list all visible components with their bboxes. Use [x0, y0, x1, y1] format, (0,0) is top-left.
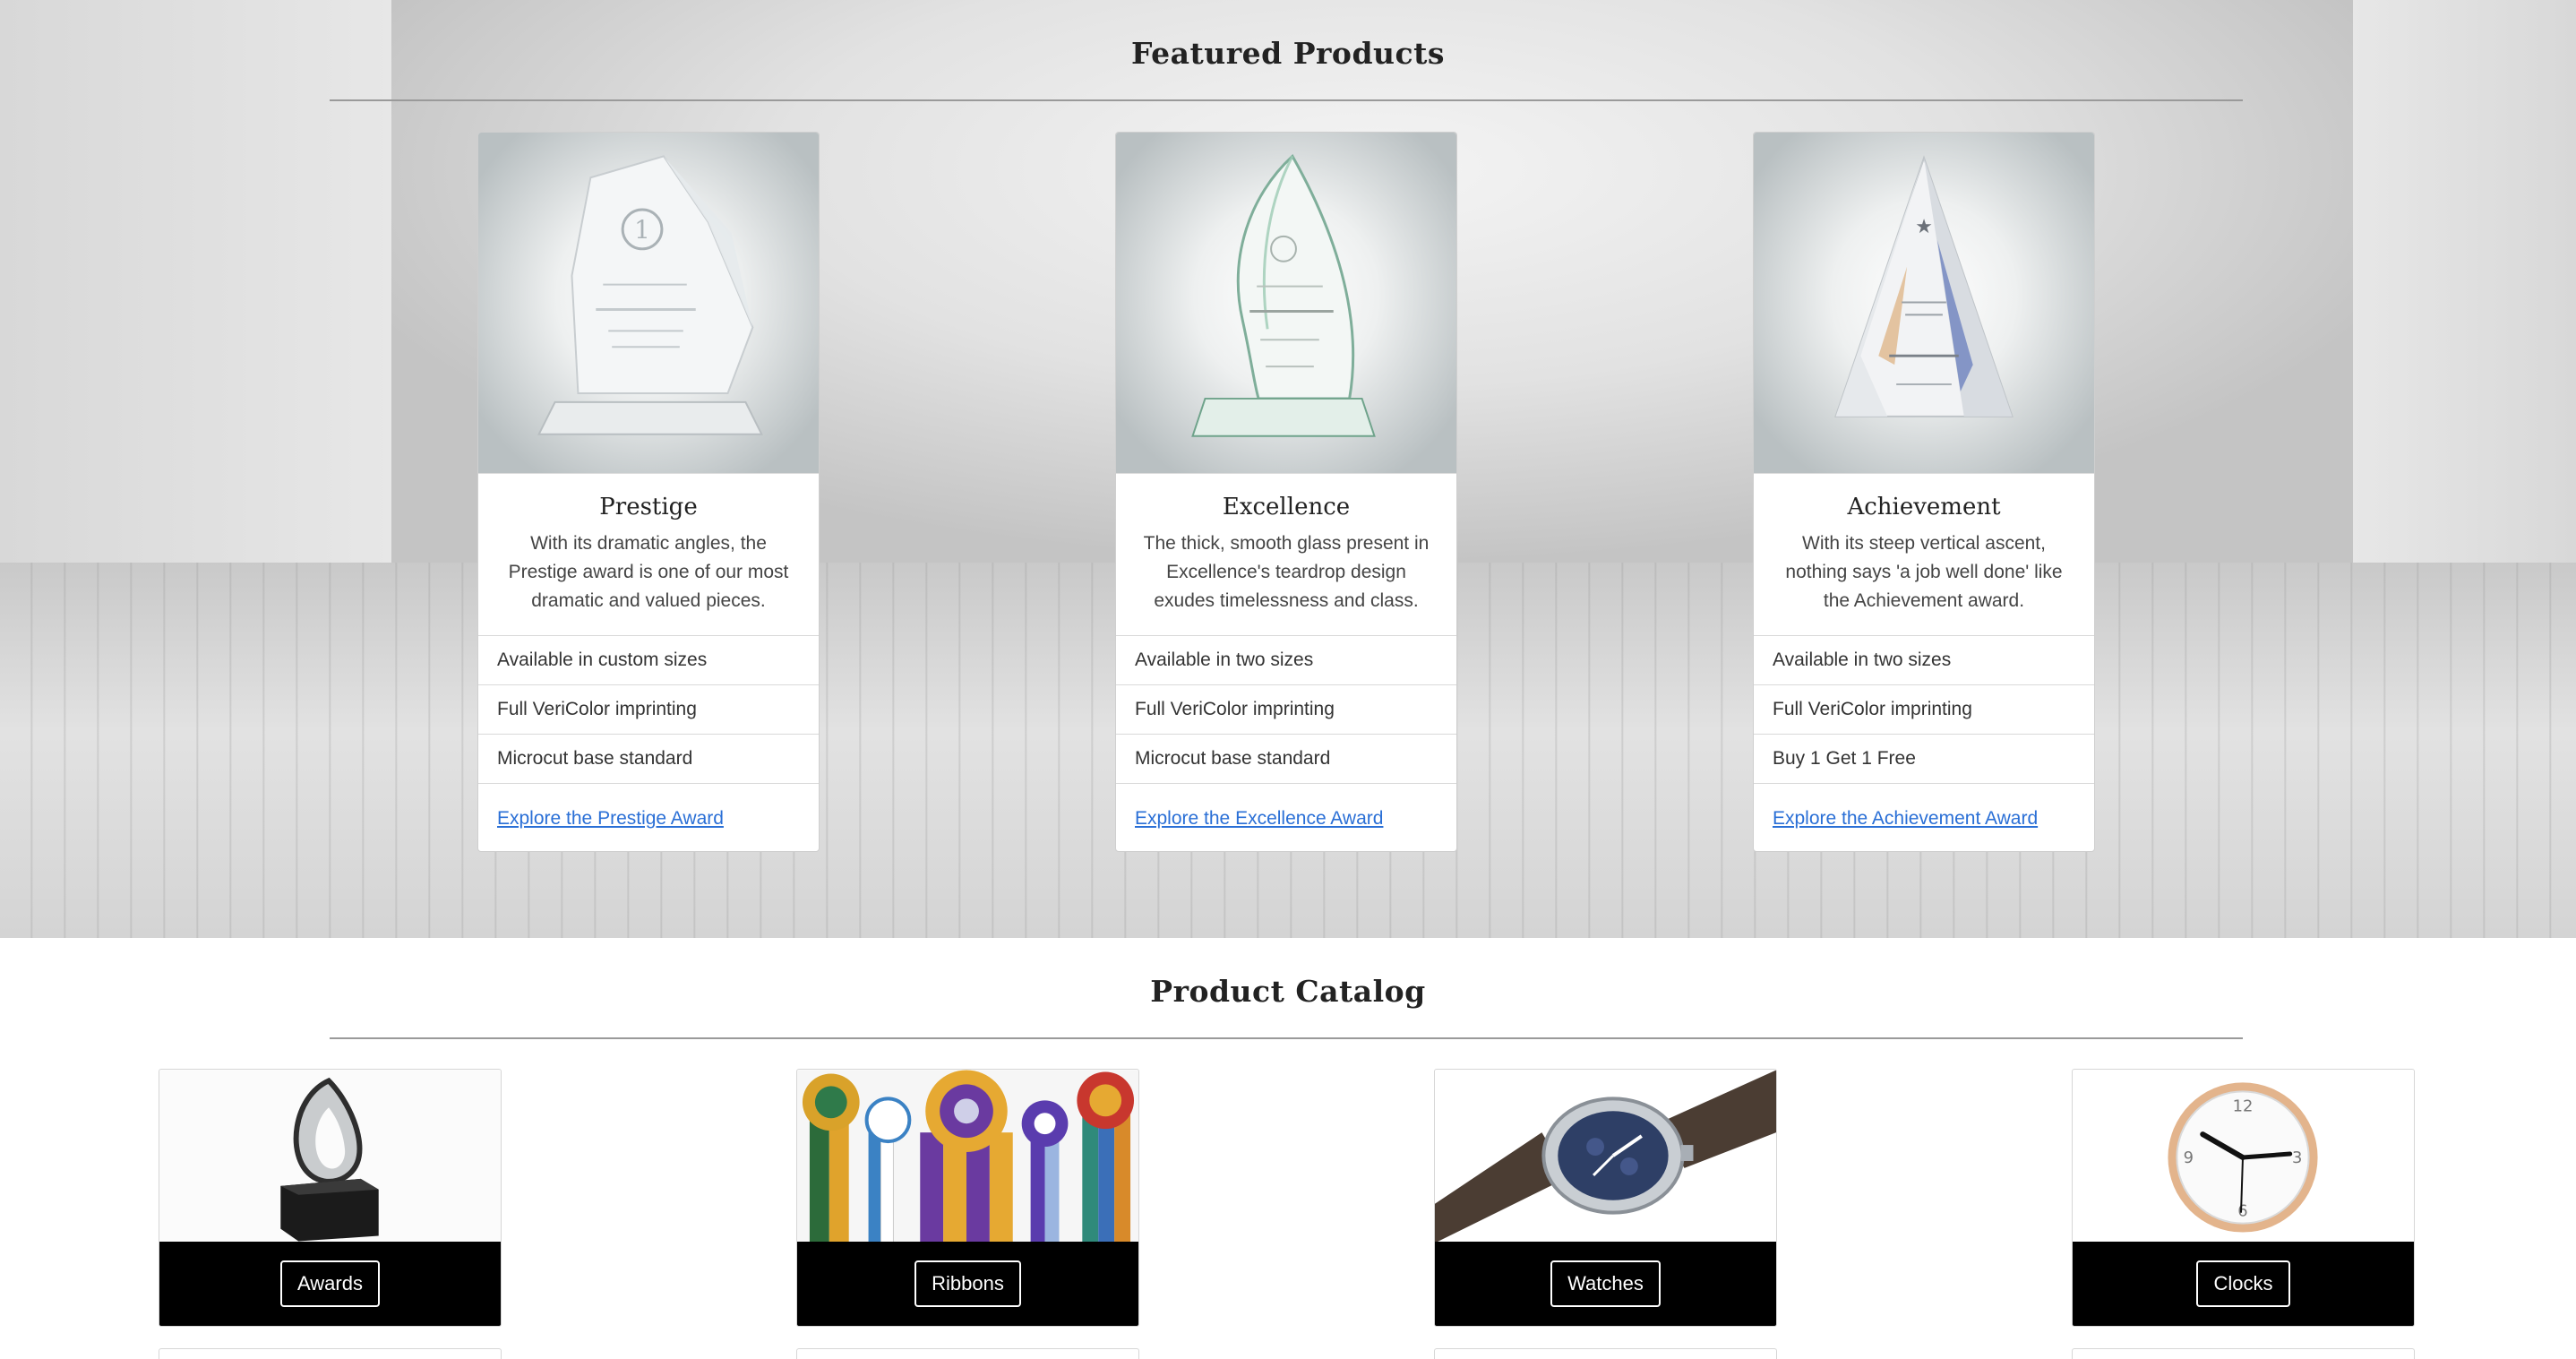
catalog-card-partial — [1434, 1348, 1777, 1359]
featured-card-achievement: ★ Achievement With its steep vertical as… — [1753, 132, 2095, 852]
feature-list: Available in two sizes Full VeriColor im… — [1754, 635, 2094, 783]
catalog-card-partial — [2072, 1348, 2415, 1359]
featured-card-title: Excellence — [1222, 494, 1351, 520]
featured-card-title: Prestige — [599, 494, 698, 520]
svg-text:★: ★ — [1915, 216, 1933, 238]
catalog-card-bar: Awards — [159, 1242, 501, 1326]
showroom-left-wall — [0, 0, 391, 563]
featured-products-section: Featured Products 1 Prestige With its dr… — [0, 0, 2576, 938]
catalog-card-partial — [159, 1348, 502, 1359]
card-footer: Explore the Excellence Award — [1116, 783, 1456, 851]
feature-item: Buy 1 Get 1 Free — [1754, 734, 2094, 783]
ribbons-image — [797, 1070, 1138, 1243]
card-footer: Explore the Prestige Award — [478, 783, 819, 851]
explore-prestige-link[interactable]: Explore the Prestige Award — [497, 808, 724, 830]
ribbons-button[interactable]: Ribbons — [914, 1260, 1021, 1307]
feature-item: Full VeriColor imprinting — [478, 684, 819, 734]
svg-text:12: 12 — [2233, 1097, 2254, 1115]
featured-divider — [330, 99, 2243, 101]
catalog-card-ribbons[interactable]: Ribbons — [796, 1069, 1139, 1327]
showroom-right-wall — [2353, 0, 2576, 563]
catalog-card-bar: Watches — [1435, 1242, 1776, 1326]
feature-item: Microcut base standard — [1116, 734, 1456, 783]
feature-item: Full VeriColor imprinting — [1754, 684, 2094, 734]
featured-card-excellence: Excellence The thick, smooth glass prese… — [1115, 132, 1457, 852]
svg-text:9: 9 — [2184, 1148, 2194, 1167]
prestige-award-image: 1 — [478, 133, 819, 474]
product-catalog-heading: Product Catalog — [1150, 974, 1426, 1009]
featured-card-description: With its dramatic angles, the Prestige a… — [508, 533, 789, 611]
featured-products-heading: Featured Products — [1131, 36, 1445, 71]
awards-button[interactable]: Awards — [280, 1260, 380, 1307]
catalog-card-clocks[interactable]: 12 9 3 6 Clocks — [2072, 1069, 2415, 1327]
explore-achievement-link[interactable]: Explore the Achievement Award — [1773, 808, 2038, 830]
card-footer: Explore the Achievement Award — [1754, 783, 2094, 851]
catalog-card-bar: Ribbons — [797, 1242, 1138, 1326]
watches-button[interactable]: Watches — [1550, 1260, 1661, 1307]
excellence-award-image — [1116, 133, 1456, 474]
feature-item: Available in two sizes — [1754, 635, 2094, 684]
feature-item: Available in custom sizes — [478, 635, 819, 684]
explore-excellence-link[interactable]: Explore the Excellence Award — [1135, 808, 1383, 830]
featured-card-prestige: 1 Prestige With its dramatic angles, the… — [477, 132, 820, 852]
catalog-divider — [330, 1037, 2243, 1039]
svg-text:1: 1 — [634, 215, 650, 245]
achievement-award-image: ★ — [1754, 133, 2094, 474]
feature-list: Available in custom sizes Full VeriColor… — [478, 635, 819, 783]
svg-text:3: 3 — [2292, 1148, 2302, 1167]
catalog-card-awards[interactable]: Awards — [159, 1069, 502, 1327]
catalog-card-bar: Clocks — [2073, 1242, 2414, 1326]
clocks-image: 12 9 3 6 — [2073, 1070, 2414, 1243]
feature-item: Available in two sizes — [1116, 635, 1456, 684]
feature-item: Full VeriColor imprinting — [1116, 684, 1456, 734]
featured-card-description: With its steep vertical ascent, nothing … — [1785, 533, 2063, 611]
featured-card-title: Achievement — [1847, 494, 2001, 520]
featured-card-description: The thick, smooth glass present in Excel… — [1143, 533, 1430, 611]
feature-list: Available in two sizes Full VeriColor im… — [1116, 635, 1456, 783]
feature-item: Microcut base standard — [478, 734, 819, 783]
catalog-card-partial — [796, 1348, 1139, 1359]
clocks-button[interactable]: Clocks — [2196, 1260, 2290, 1307]
awards-image — [159, 1070, 501, 1243]
catalog-card-watches[interactable]: Watches — [1434, 1069, 1777, 1327]
svg-text:6: 6 — [2237, 1202, 2247, 1221]
watches-image — [1435, 1070, 1776, 1243]
